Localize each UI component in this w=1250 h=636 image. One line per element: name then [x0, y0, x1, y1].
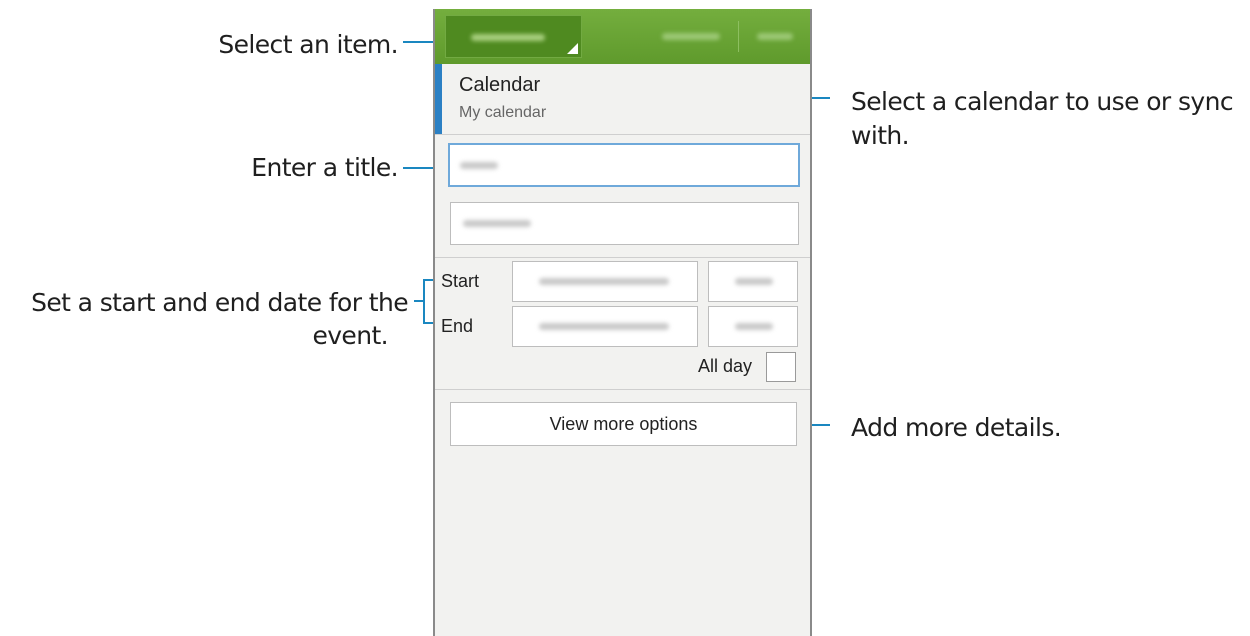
location-input[interactable] — [450, 202, 799, 245]
calendar-selector-title: Calendar — [459, 74, 541, 96]
view-more-options-button[interactable]: View more options — [450, 402, 797, 446]
callout-add-details: Add more details. — [851, 413, 1062, 442]
callout-set-dates-line2: event. — [312, 321, 388, 350]
title-placeholder-blurred — [460, 162, 498, 169]
end-label: End — [441, 316, 474, 336]
all-day-checkbox[interactable] — [766, 352, 796, 382]
phone-screen: Calendar My calendar Start End All day V… — [433, 9, 812, 636]
item-type-blurred-text — [471, 34, 545, 41]
location-placeholder-blurred — [463, 220, 531, 227]
item-type-spinner[interactable] — [445, 15, 582, 58]
spinner-corner-icon — [567, 43, 578, 54]
callout-select-calendar-line2: with. — [851, 121, 910, 150]
cancel-blurred-text — [662, 33, 720, 40]
start-date-field[interactable] — [512, 261, 698, 302]
start-label: Start — [441, 271, 480, 291]
save-button[interactable] — [739, 9, 810, 64]
end-time-blurred — [735, 323, 773, 330]
end-time-field[interactable] — [708, 306, 798, 347]
end-date-field[interactable] — [512, 306, 698, 347]
app-bar — [435, 9, 810, 64]
calendar-selector-subtitle: My calendar — [459, 104, 547, 121]
title-input[interactable] — [448, 143, 800, 187]
start-time-field[interactable] — [708, 261, 798, 302]
save-blurred-text — [757, 33, 793, 40]
callout-select-calendar-line1: Select a calendar to use or sync — [851, 87, 1234, 116]
cancel-button[interactable] — [650, 9, 735, 64]
calendar-selector[interactable]: Calendar My calendar — [435, 64, 810, 135]
end-date-blurred — [539, 323, 669, 330]
callout-select-item: Select an item. — [218, 30, 398, 59]
section-divider-bottom — [435, 389, 810, 390]
calendar-color-accent — [435, 64, 442, 134]
all-day-label: All day — [698, 356, 753, 376]
start-date-blurred — [539, 278, 669, 285]
section-divider-top — [435, 257, 810, 258]
callout-set-dates-line1: Set a start and end date for the — [31, 288, 409, 317]
callout-enter-title: Enter a title. — [251, 153, 398, 182]
callout-set-dates-bracket-vertical — [423, 279, 425, 323]
start-time-blurred — [735, 278, 773, 285]
